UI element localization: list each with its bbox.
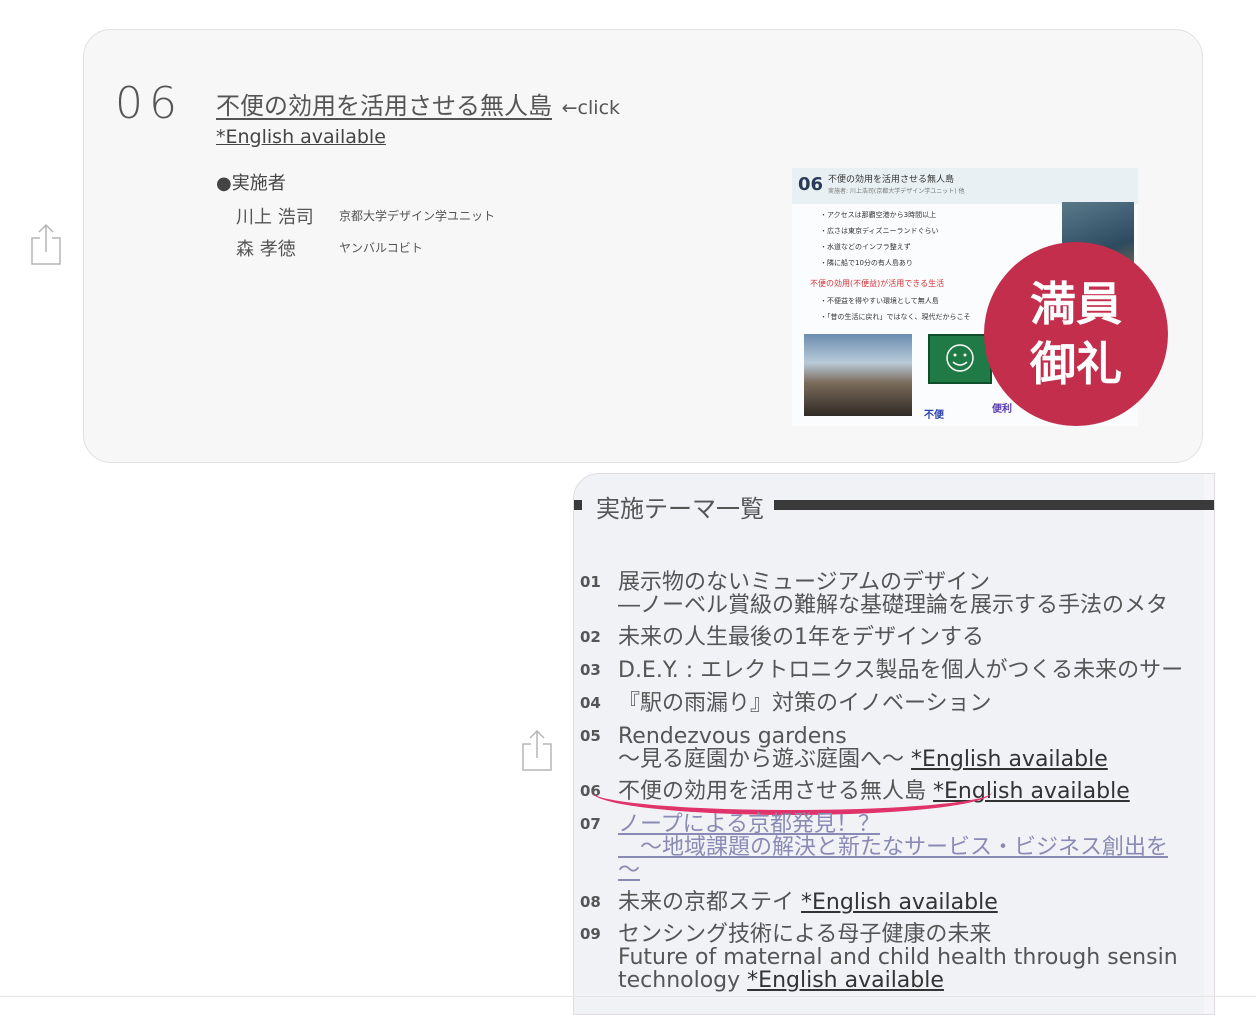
person-name: 川上 浩司	[236, 207, 314, 228]
english-available-link[interactable]: *English available	[747, 968, 944, 993]
slide-highlight-line: 不便の効用(不便益)が活用できる生活	[810, 279, 945, 288]
item-number: 05	[580, 727, 601, 745]
heading-bar-left	[574, 500, 582, 510]
slide-bullet: ・アクセスは那覇空港から3時間以上	[820, 211, 937, 219]
item-number: 01	[580, 573, 601, 591]
badge-line: 御礼	[1030, 337, 1122, 391]
slide-bullet: ・水道などのインフラ整えず	[820, 243, 911, 251]
item-title: センシング技術による母子健康の未来	[618, 922, 992, 947]
item-number: 09	[580, 925, 601, 943]
item-subtitle: ―ノーベル賞級の難解な基礎理論を展示する手法のメタ	[618, 593, 1169, 618]
item-title: D.E.Y. : エレクトロニクス製品を個人がつくる未来のサー	[618, 658, 1184, 683]
item-title: 『駅の雨漏り』対策のイノベーション	[618, 691, 992, 716]
item-number: 08	[580, 893, 601, 911]
item-number: 02	[580, 628, 601, 646]
slide-title: 不便の効用を活用させる無人島	[828, 175, 955, 185]
theme-card-06: 06 不便の効用を活用させる無人島 ←click *English availa…	[83, 29, 1203, 463]
heading-bar-right	[774, 500, 1214, 510]
smiley-icon	[946, 344, 974, 372]
slide-subtitle: 実施者: 川上浩司(京都大学デザイン学ユニット) 他	[828, 188, 965, 195]
theme-title-link[interactable]: 不便の効用を活用させる無人島 ←click	[216, 86, 620, 121]
full-house-badge: 満員 御礼	[984, 242, 1168, 426]
person-affiliation: 京都大学デザイン学ユニット	[339, 209, 496, 223]
person-affiliation: ヤンバルコビト	[339, 241, 423, 255]
click-hint: ←click	[561, 97, 621, 119]
implementers-label: ●実施者	[216, 173, 286, 194]
person-name: 森 孝徳	[236, 239, 296, 260]
divider	[0, 996, 1256, 997]
item-subtitle[interactable]: ～	[618, 859, 1168, 882]
section-title: 実施テーマ一覧	[596, 495, 764, 523]
share-icon[interactable]	[519, 728, 555, 772]
item-subtitle: ～見る庭園から遊ぶ庭園へ～	[618, 747, 905, 772]
item-number: 03	[580, 661, 601, 679]
slide-bullet: ・隣に船で10分の有人島あり	[820, 259, 913, 267]
share-icon[interactable]	[28, 222, 64, 266]
theme-list-image: 実施テーマ一覧 01 展示物のないミュージアムのデザイン ―ノーベル賞級の難解な…	[574, 474, 1214, 1014]
item-subtitle[interactable]: ～地域課題の解決と新たなサービス・ビジネス創出を	[618, 836, 1168, 859]
english-available-link[interactable]: *English available	[801, 890, 998, 915]
slide-bullet: ・不便益を得やすい環境として無人島	[820, 297, 939, 305]
slide-bullet: ・「昔の生活に戻れ」ではなく、現代だからこそ	[820, 313, 971, 321]
item-title[interactable]: ノープによる京都発見！？	[618, 813, 1168, 836]
item-subtitle: Future of maternal and child health thro…	[618, 945, 1178, 970]
slide-number: 06	[798, 174, 824, 195]
item-number: 04	[580, 694, 601, 712]
item-subtitle: technology	[618, 968, 741, 993]
slide-photo-island	[804, 334, 912, 416]
theme-title[interactable]: 不便の効用を活用させる無人島	[216, 92, 552, 120]
english-available-link[interactable]: *English available	[216, 126, 386, 148]
badge-line: 満員	[1030, 277, 1122, 331]
theme-list-card: 実施テーマ一覧 01 展示物のないミュージアムのデザイン ―ノーベル賞級の難解な…	[573, 473, 1215, 1015]
item-number: 07	[580, 815, 601, 833]
item-title: 展示物のないミュージアムのデザイン	[618, 570, 991, 595]
section-heading: 実施テーマ一覧	[574, 490, 1214, 530]
slide-chalkboard-illustration	[928, 334, 992, 384]
item-title: Rendezvous gardens	[618, 724, 847, 749]
english-available-link[interactable]: *English available	[911, 747, 1108, 772]
item-title: 未来の人生最後の1年をデザインする	[618, 625, 984, 650]
slide-word-convenient: 便利	[992, 404, 1012, 415]
slide-bullet: ・広さは東京ディズニーランドぐらい	[820, 227, 939, 235]
item-title: 未来の京都ステイ	[618, 890, 795, 915]
theme-number: 06	[115, 78, 183, 129]
slide-word-inconvenient: 不便	[924, 410, 944, 421]
